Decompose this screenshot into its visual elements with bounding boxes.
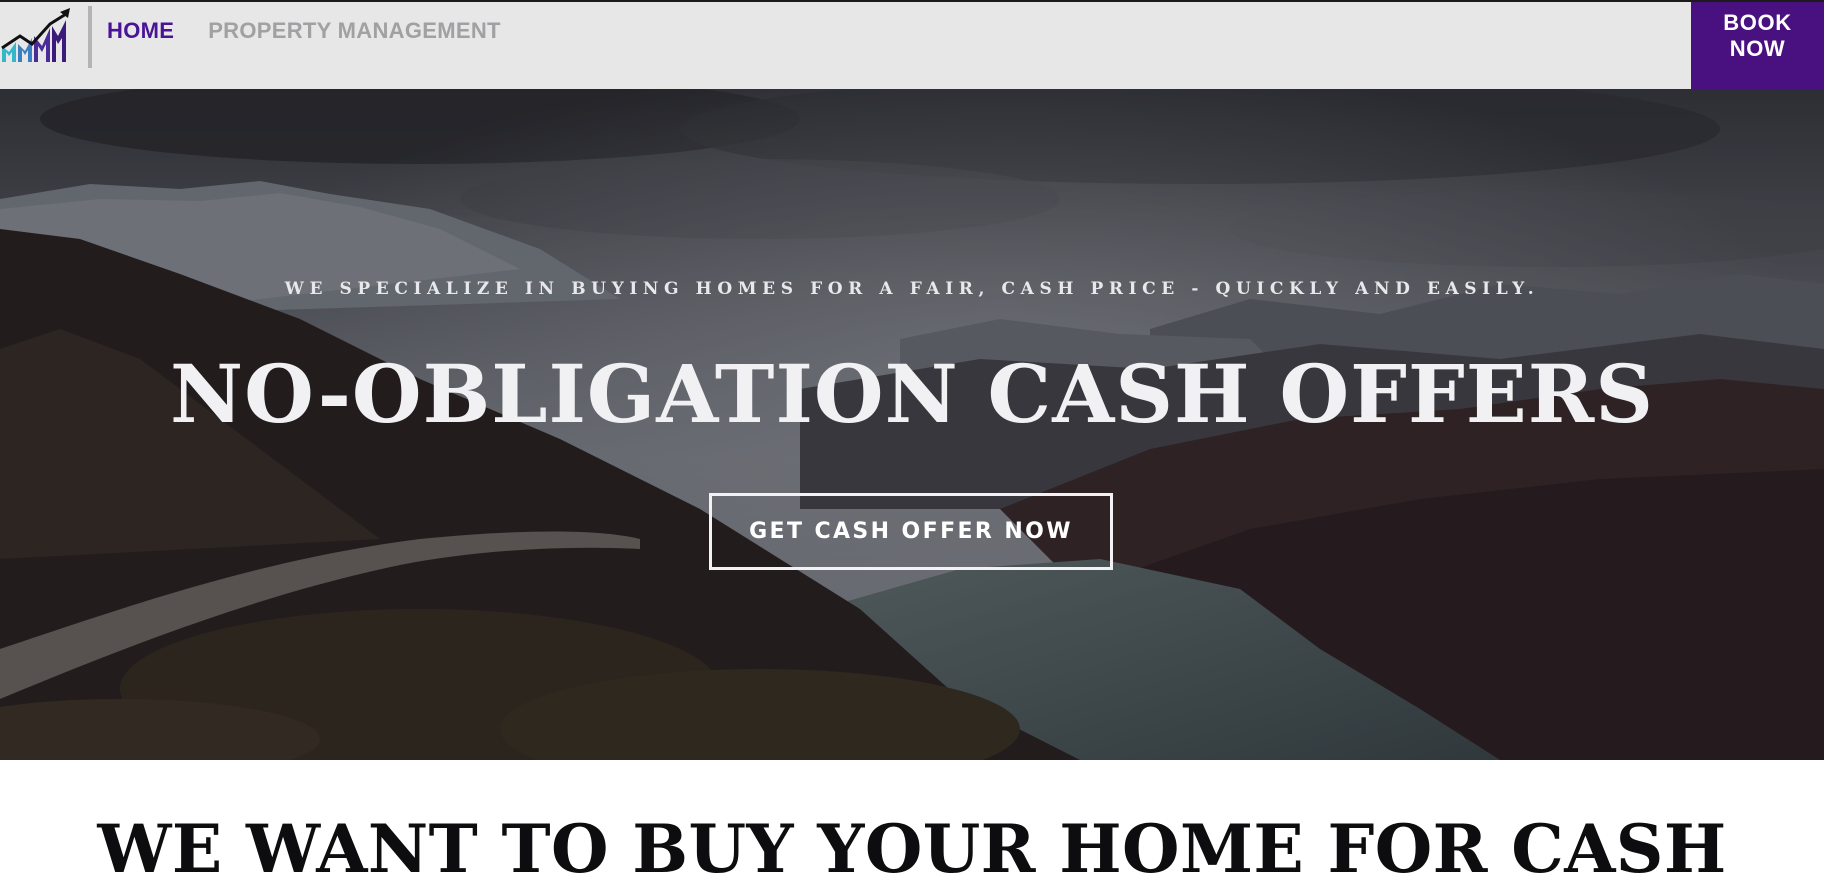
get-cash-offer-button[interactable]: GET CASH OFFER NOW bbox=[709, 493, 1113, 570]
nav-property-management[interactable]: PROPERTY MANAGEMENT bbox=[208, 18, 501, 44]
book-now-button[interactable]: BOOK NOW bbox=[1691, 2, 1824, 89]
section-title: WE WANT TO BUY YOUR HOME FOR CASH bbox=[97, 810, 1727, 888]
hero-section: WE SPECIALIZE IN BUYING HOMES FOR A FAIR… bbox=[0, 89, 1824, 760]
hero-tagline: WE SPECIALIZE IN BUYING HOMES FOR A FAIR… bbox=[284, 279, 1540, 299]
site-header: HOME PROPERTY MANAGEMENT BOOK NOW bbox=[0, 0, 1824, 89]
logo-divider bbox=[88, 6, 92, 68]
hero-title: NO-OBLIGATION CASH OFFERS bbox=[169, 347, 1655, 441]
nav-home[interactable]: HOME bbox=[107, 18, 174, 44]
book-now-line2: NOW bbox=[1729, 36, 1786, 61]
growth-chart-logo-icon[interactable] bbox=[0, 6, 76, 64]
book-now-line1: BOOK bbox=[1723, 10, 1792, 35]
main-nav: HOME PROPERTY MANAGEMENT bbox=[107, 18, 501, 44]
